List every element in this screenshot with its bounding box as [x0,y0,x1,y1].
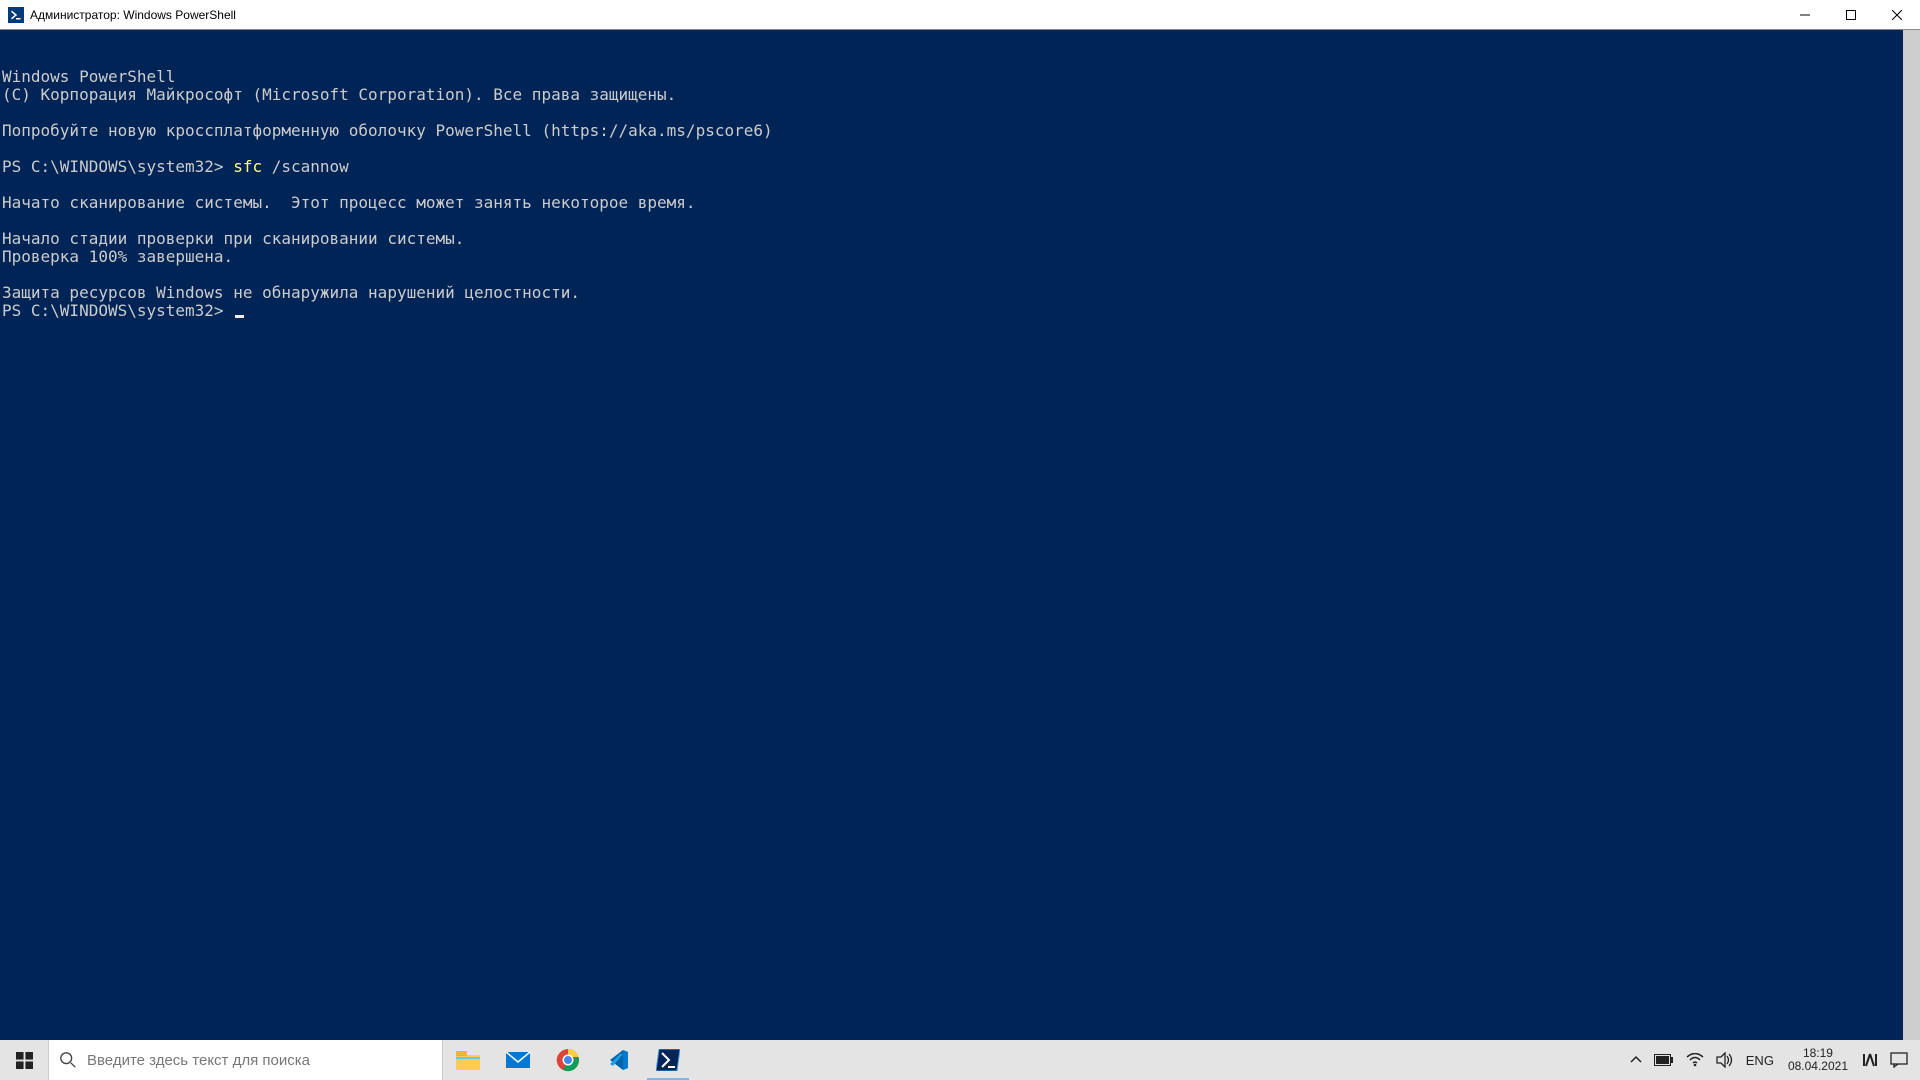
start-button[interactable] [0,1040,48,1080]
taskbar: Введите здесь текст для поиска [0,1040,1920,1080]
prompt-line: PS C:\WINDOWS\system32> [2,301,244,320]
output-line: Проверка 100% завершена. [2,247,233,266]
taskbar-apps [443,1040,693,1080]
clock-date: 08.04.2021 [1788,1060,1848,1073]
taskbar-app-chrome[interactable] [543,1040,593,1080]
action-center-icon [1890,1052,1908,1068]
command-name: sfc [233,157,272,176]
wifi-icon [1686,1053,1704,1067]
scrollbar[interactable] [1903,30,1920,1040]
search-icon [59,1051,77,1069]
titlebar[interactable]: Администратор: Windows PowerShell [0,0,1920,30]
tray-clock[interactable]: 18:19 08.04.2021 [1780,1047,1856,1073]
file-explorer-icon [455,1049,481,1071]
vscode-icon [606,1048,630,1072]
prompt-line: PS C:\WINDOWS\system32> sfc /scannow [2,157,349,176]
tray-overflow[interactable] [1624,1040,1648,1080]
window-controls [1782,0,1920,30]
tray-sound[interactable] [1710,1040,1740,1080]
console-area[interactable]: Windows PowerShell (C) Корпорация Майкро… [0,30,1920,1040]
minimize-button[interactable] [1782,0,1828,30]
chevron-up-icon [1630,1054,1642,1066]
system-tray: ENG 18:19 08.04.2021 [1624,1040,1920,1080]
prompt-path: PS C:\WINDOWS\system32> [2,157,233,176]
output-line: Начало стадии проверки при сканировании … [2,229,464,248]
command-arg: /scannow [272,157,349,176]
ime-icon [1862,1052,1878,1068]
output-line: (C) Корпорация Майкрософт (Microsoft Cor… [2,85,676,104]
chrome-icon [556,1048,580,1072]
maximize-button[interactable] [1828,0,1874,30]
speaker-icon [1716,1052,1734,1068]
mail-icon [505,1049,531,1071]
scrollbar-thumb[interactable] [1903,30,1920,1040]
output-line: Попробуйте новую кроссплатформенную обол… [2,121,773,140]
powershell-icon [656,1049,680,1071]
tray-battery[interactable] [1648,1040,1680,1080]
powershell-window: Администратор: Windows PowerShell Window… [0,0,1920,1080]
output-line: Windows PowerShell [2,67,175,86]
tray-wifi[interactable] [1680,1040,1710,1080]
battery-icon [1654,1054,1674,1066]
console-output: Windows PowerShell (C) Корпорация Майкро… [2,68,1920,320]
prompt-path: PS C:\WINDOWS\system32> [2,301,233,320]
search-placeholder: Введите здесь текст для поиска [87,1052,310,1069]
taskbar-app-explorer[interactable] [443,1040,493,1080]
tray-action-center[interactable] [1884,1040,1914,1080]
taskbar-app-powershell[interactable] [643,1040,693,1080]
search-box[interactable]: Введите здесь текст для поиска [48,1040,443,1080]
window-title: Администратор: Windows PowerShell [30,8,236,22]
windows-icon [16,1052,33,1069]
cursor [235,315,244,318]
close-button[interactable] [1874,0,1920,30]
output-line: Защита ресурсов Windows не обнаружила на… [2,283,580,302]
taskbar-app-vscode[interactable] [593,1040,643,1080]
output-line: Начато сканирование системы. Этот процес… [2,193,696,212]
powershell-icon [8,7,24,23]
tray-ime[interactable] [1856,1040,1884,1080]
tray-language[interactable]: ENG [1740,1040,1780,1080]
taskbar-app-mail[interactable] [493,1040,543,1080]
